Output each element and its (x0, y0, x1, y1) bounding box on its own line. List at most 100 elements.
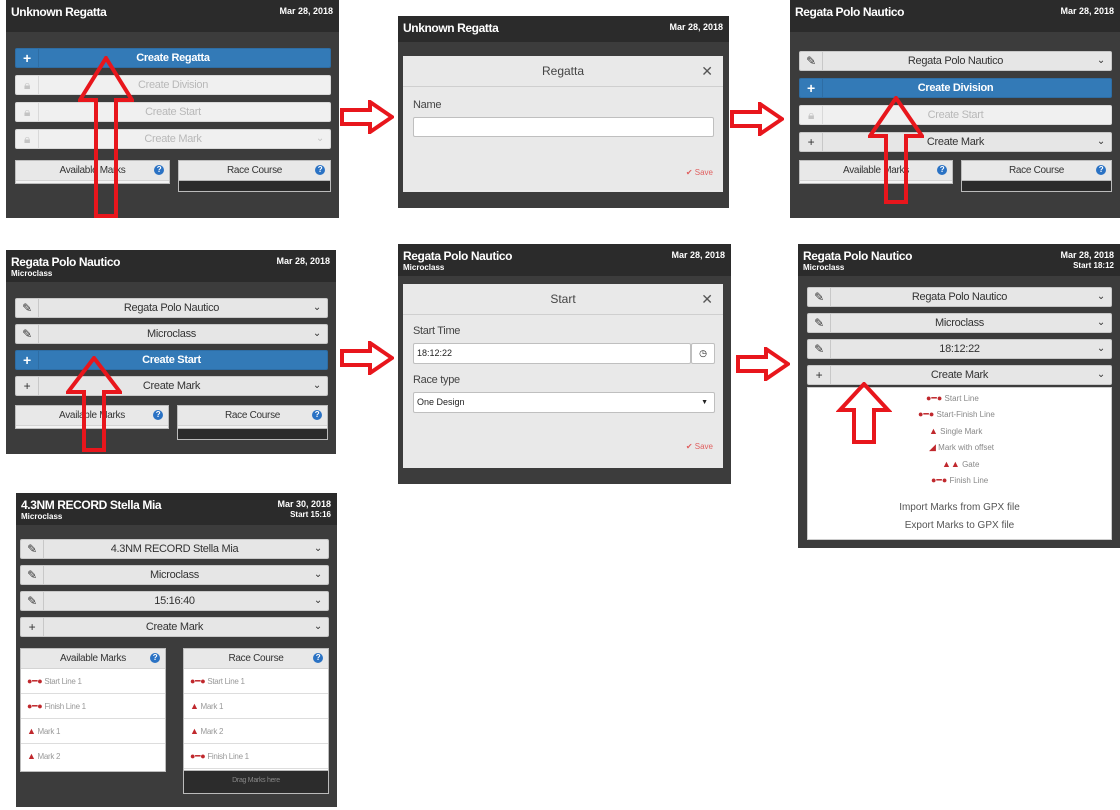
help-icon[interactable]: ? (312, 410, 322, 420)
menu-item-gate[interactable]: ▲▲ Gate (942, 459, 979, 469)
list-item[interactable]: ●━● Start Line 1 (184, 669, 328, 694)
help-icon[interactable]: ? (153, 410, 163, 420)
header-date: Mar 28, 2018 (276, 256, 330, 266)
finish-line-icon: ●━● (931, 475, 948, 485)
check-icon: ✔ (685, 442, 695, 451)
panel-unknown-regatta: Unknown Regatta Mar 28, 2018 + Create Re… (6, 0, 339, 218)
drag-marks-dropzone[interactable]: Drag Marks here (183, 770, 329, 794)
start-line-icon: ●━● (926, 393, 943, 403)
help-icon[interactable]: ? (1096, 165, 1106, 175)
name-label: Name (413, 99, 442, 111)
chevron-down-icon: ⌄ (313, 595, 322, 606)
page-title: Regata Polo Nautico (11, 255, 121, 269)
page-subtitle: Microclass (803, 263, 845, 272)
edit-icon[interactable]: ✎ (16, 299, 39, 317)
finish-line-icon: ●━● (27, 701, 43, 711)
regatta-select[interactable]: ✎ Regata Polo Nautico ⌄ (807, 287, 1112, 307)
header-date: Mar 28, 2018 (279, 6, 333, 16)
create-start-button[interactable]: 🔒︎ Create Start (15, 102, 331, 122)
name-input[interactable] (413, 117, 714, 137)
panel-start-modal: Regata Polo Nautico Microclass Mar 28, 2… (398, 244, 731, 484)
create-start-button[interactable]: + Create Start (15, 350, 328, 370)
edit-icon[interactable]: ✎ (21, 566, 44, 584)
edit-icon[interactable]: ✎ (808, 288, 831, 306)
list-item[interactable]: ▲ Mark 2 (184, 719, 328, 744)
help-icon[interactable]: ? (937, 165, 947, 175)
create-division-button[interactable]: 🔒︎ Create Division (15, 75, 331, 95)
menu-item-start-finish-line[interactable]: ●━● Start-Finish Line (918, 409, 995, 420)
race-type-select[interactable]: One Design ▼ (413, 392, 715, 413)
race-course-dropzone[interactable] (177, 428, 328, 440)
close-icon[interactable]: ✕ (701, 284, 713, 314)
create-division-button[interactable]: + Create Division (799, 78, 1112, 98)
export-gpx-link[interactable]: Export Marks to GPX file (808, 520, 1111, 531)
help-icon[interactable]: ? (150, 653, 160, 663)
regatta-select[interactable]: ✎ 4.3NM RECORD Stella Mia ⌄ (20, 539, 329, 559)
menu-item-finish-line[interactable]: ●━● Finish Line (931, 475, 988, 486)
create-mark-button[interactable]: + Create Mark ⌄ (799, 132, 1112, 152)
header-date: Mar 28, 2018 (671, 250, 725, 260)
edit-icon[interactable]: ✎ (800, 52, 823, 70)
race-course-dropzone[interactable] (961, 180, 1112, 192)
chevron-down-icon: ⌄ (313, 621, 322, 632)
race-course-dropzone[interactable] (178, 180, 331, 192)
start-select[interactable]: ✎ 15:16:40 ⌄ (20, 591, 329, 611)
regatta-select[interactable]: ✎ Regata Polo Nautico ⌄ (15, 298, 328, 318)
edit-icon[interactable]: ✎ (808, 340, 831, 358)
chevron-down-icon: ⌄ (312, 380, 321, 391)
app-header: 4.3NM RECORD Stella Mia Microclass Mar 3… (16, 493, 337, 525)
edit-icon[interactable]: ✎ (21, 592, 44, 610)
menu-item-start-line[interactable]: ●━● Start Line (926, 393, 979, 404)
list-item[interactable]: ▲ Mark 2 (21, 744, 165, 768)
available-marks-box[interactable]: Available Marks? ●━● Start Line 1 ●━● Fi… (20, 648, 166, 772)
app-header: Regata Polo Nautico Mar 28, 2018 (790, 0, 1120, 32)
help-icon[interactable]: ? (315, 165, 325, 175)
available-marks-label: Available Marks (60, 653, 126, 664)
save-button[interactable]: ✔ Save (686, 168, 713, 177)
race-course-box[interactable]: Race Course? ●━● Start Line 1 ▲ Mark 1 ▲… (183, 648, 329, 794)
create-mark-button[interactable]: + Create Mark ⌄ (15, 376, 328, 396)
import-gpx-link[interactable]: Import Marks from GPX file (808, 502, 1111, 513)
gate-icon: ▲▲ (942, 459, 960, 469)
triangle-mark-icon: ▲ (190, 701, 199, 711)
plus-icon: + (16, 377, 39, 395)
right-arrow-annotation (730, 102, 784, 136)
help-icon[interactable]: ? (154, 165, 164, 175)
start-time-input[interactable]: 18:12:22 (413, 343, 691, 364)
list-item[interactable]: ●━● Finish Line 1 (184, 744, 328, 769)
edit-icon[interactable]: ✎ (16, 325, 39, 343)
race-course-label: Race Course (224, 410, 281, 421)
create-mark-button[interactable]: 🔒︎ Create Mark ⌄ (15, 129, 331, 149)
list-item[interactable]: ▲ Mark 1 (21, 719, 165, 744)
chevron-down-icon: ⌄ (1096, 343, 1105, 354)
race-course-box[interactable]: Race Course? (961, 160, 1112, 192)
clock-button[interactable]: ◷ (691, 343, 715, 364)
create-mark-button[interactable]: + Create Mark ⌄ (20, 617, 329, 637)
start-select[interactable]: ✎ 18:12:22 ⌄ (807, 339, 1112, 359)
triangle-mark-icon: ▲ (929, 426, 938, 436)
menu-item-single-mark[interactable]: ▲ Single Mark (929, 426, 982, 436)
race-type-label: Race type (413, 374, 460, 386)
division-select[interactable]: ✎ Microclass ⌄ (807, 313, 1112, 333)
close-icon[interactable]: ✕ (701, 56, 713, 86)
menu-item-mark-with-offset[interactable]: ◢ Mark with offset (929, 442, 994, 453)
list-item[interactable]: ▲ Mark 1 (184, 694, 328, 719)
division-select[interactable]: ✎ Microclass ⌄ (20, 565, 329, 585)
plus-icon: + (808, 366, 831, 384)
division-select[interactable]: ✎ Microclass ⌄ (15, 324, 328, 344)
create-start-button[interactable]: 🔒︎ Create Start (799, 105, 1112, 125)
chevron-down-icon: ⌄ (1096, 369, 1105, 380)
race-course-box[interactable]: Race Course? (177, 405, 328, 440)
list-item[interactable]: ●━● Start Line 1 (21, 669, 165, 694)
header-start: Start 15:16 (290, 510, 331, 519)
create-regatta-button[interactable]: + Create Regatta (15, 48, 331, 68)
panel-regatta-modal: Unknown Regatta Mar 28, 2018 Regatta ✕ Na… (398, 16, 729, 208)
save-button[interactable]: ✔ Save (686, 442, 713, 451)
list-item[interactable]: ●━● Finish Line 1 (21, 694, 165, 719)
edit-icon[interactable]: ✎ (21, 540, 44, 558)
race-course-label: Race Course (1008, 165, 1065, 176)
edit-icon[interactable]: ✎ (808, 314, 831, 332)
help-icon[interactable]: ? (313, 653, 323, 663)
race-course-box[interactable]: Race Course? (178, 160, 331, 192)
regatta-select[interactable]: ✎ Regata Polo Nautico ⌄ (799, 51, 1112, 71)
